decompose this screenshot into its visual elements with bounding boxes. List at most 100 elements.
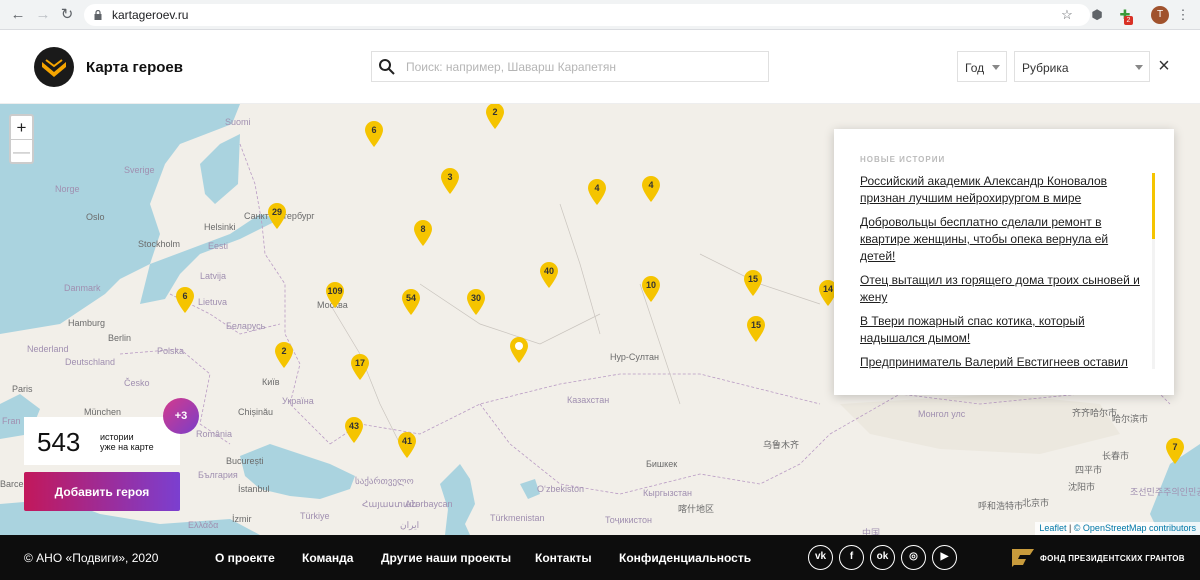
map-label: Barcel bbox=[0, 479, 26, 489]
forward-icon[interactable]: → bbox=[33, 5, 53, 25]
map-marker[interactable]: 7 bbox=[1165, 437, 1185, 465]
news-item[interactable]: Российский академик Александр Коновалов … bbox=[860, 173, 1146, 207]
avatar[interactable]: T bbox=[1151, 6, 1169, 24]
footer-link-projects[interactable]: Другие наши проекты bbox=[381, 551, 511, 565]
odnoklassniki-icon[interactable]: ok bbox=[870, 545, 895, 570]
map-marker[interactable]: 6 bbox=[175, 286, 195, 314]
news-item[interactable]: Предприниматель Валерий Евстигнеев остав… bbox=[860, 354, 1146, 371]
map-marker[interactable]: 15 bbox=[743, 269, 763, 297]
map[interactable]: Suomi Sverige Norge Oslo Stockholm Helsi… bbox=[0, 104, 1200, 535]
map-label: O‘zbekiston bbox=[537, 484, 585, 494]
map-label: Київ bbox=[262, 377, 280, 387]
add-hero-button[interactable]: Добавить героя bbox=[24, 472, 180, 511]
stories-caption: истории уже на карте bbox=[100, 432, 154, 452]
footer-link-privacy[interactable]: Конфиденциальность bbox=[619, 551, 751, 565]
extension-badge: 2 bbox=[1124, 16, 1133, 25]
reload-icon[interactable]: ↻ bbox=[57, 5, 77, 25]
map-label: Бишкек bbox=[646, 459, 678, 469]
youtube-icon[interactable]: ▶ bbox=[932, 545, 957, 570]
map-label: Türkiye bbox=[300, 511, 330, 521]
map-marker[interactable]: 41 bbox=[397, 431, 417, 459]
map-label: Україна bbox=[282, 396, 314, 406]
fund-logo-icon[interactable] bbox=[1010, 547, 1036, 569]
marker-count: 29 bbox=[271, 207, 282, 217]
map-label: Ελλάδα bbox=[188, 520, 219, 530]
map-marker[interactable]: 4 bbox=[641, 175, 661, 203]
close-icon[interactable]: × bbox=[1154, 56, 1174, 76]
map-marker[interactable]: 17 bbox=[350, 353, 370, 381]
map-marker[interactable]: 29 bbox=[267, 202, 287, 230]
address-bar[interactable]: kartageroev.ru bbox=[84, 4, 1090, 26]
menu-dots-icon[interactable]: ⋮ bbox=[1174, 6, 1192, 24]
map-marker[interactable]: 15 bbox=[746, 315, 766, 343]
footer-link-about[interactable]: О проекте bbox=[215, 551, 275, 565]
map-marker[interactable]: 8 bbox=[413, 219, 433, 247]
map-label: Latvija bbox=[200, 271, 227, 281]
marker-count: 40 bbox=[543, 266, 554, 276]
marker-count: 54 bbox=[405, 293, 416, 303]
map-attribution: Leaflet | © OpenStreetMap contributors bbox=[1035, 522, 1200, 535]
search-box[interactable] bbox=[371, 51, 769, 82]
map-marker[interactable]: 43 bbox=[344, 416, 364, 444]
stories-count: 543 bbox=[37, 427, 81, 457]
news-list: Российский академик Александр Коновалов … bbox=[860, 173, 1146, 378]
news-item[interactable]: Отец вытащил из горящего дома троих сыно… bbox=[860, 272, 1146, 306]
map-label: Nederland bbox=[27, 344, 69, 354]
map-marker[interactable]: 4 bbox=[587, 178, 607, 206]
footer-link-contacts[interactable]: Контакты bbox=[535, 551, 592, 565]
map-label: Казахстан bbox=[567, 395, 610, 405]
zoom-out-button[interactable]: — bbox=[11, 139, 32, 162]
osm-link[interactable]: © OpenStreetMap contributors bbox=[1074, 523, 1196, 533]
marker-count: 15 bbox=[747, 274, 758, 284]
category-select[interactable]: Рубрика bbox=[1014, 51, 1150, 82]
instagram-icon[interactable]: ◎ bbox=[901, 545, 926, 570]
new-stories-badge[interactable]: +3 bbox=[163, 398, 199, 434]
map-label: Fran bbox=[2, 416, 21, 426]
zoom-in-button[interactable]: + bbox=[11, 116, 32, 139]
map-marker[interactable]: 40 bbox=[539, 261, 559, 289]
marker-count: 2 bbox=[281, 346, 287, 356]
star-icon[interactable]: ☆ bbox=[1058, 6, 1076, 24]
map-label: Suomi bbox=[225, 117, 251, 127]
map-marker[interactable]: 109 bbox=[325, 281, 345, 309]
news-item[interactable]: В Твери пожарный спас котика, который на… bbox=[860, 313, 1146, 347]
map-marker[interactable]: 3 bbox=[440, 167, 460, 195]
map-label: საქართველო bbox=[355, 476, 414, 486]
marker-count: 6 bbox=[182, 291, 188, 301]
map-marker-single[interactable] bbox=[509, 336, 529, 364]
back-icon[interactable]: ← bbox=[8, 5, 28, 25]
zoom-control: + — bbox=[9, 114, 34, 164]
fund-text[interactable]: ФОНД ПРЕЗИДЕНТСКИХ ГРАНТОВ bbox=[1040, 554, 1185, 563]
map-label: 中国 bbox=[862, 528, 881, 535]
search-input[interactable] bbox=[406, 57, 756, 77]
site-footer: © АНО «Подвиги», 2020 О проекте Команда … bbox=[0, 535, 1200, 580]
map-marker[interactable]: 2 bbox=[274, 341, 294, 369]
marker-count: 3 bbox=[447, 172, 453, 182]
logo[interactable] bbox=[34, 47, 74, 87]
map-marker[interactable]: 30 bbox=[466, 288, 486, 316]
map-label: Eesti bbox=[208, 241, 229, 251]
map-label: Berlin bbox=[108, 333, 132, 343]
map-label: 四平市 bbox=[1075, 465, 1103, 475]
leaflet-link[interactable]: Leaflet bbox=[1039, 523, 1066, 533]
vk-icon[interactable]: vk bbox=[808, 545, 833, 570]
map-label: Helsinki bbox=[204, 222, 236, 232]
map-marker[interactable]: 54 bbox=[401, 288, 421, 316]
map-label: 呼和浩特市 bbox=[978, 501, 1024, 511]
map-marker[interactable]: 10 bbox=[641, 275, 661, 303]
extension-icon[interactable]: ⬢ bbox=[1088, 6, 1106, 24]
site-title[interactable]: Карта героев bbox=[86, 59, 183, 76]
map-label: 조선민주주의인민공화국 bbox=[1130, 487, 1200, 497]
map-marker[interactable]: 2 bbox=[485, 104, 505, 130]
news-item[interactable]: Добровольцы бесплатно сделали ремонт в к… bbox=[860, 214, 1146, 265]
scrollbar-thumb[interactable] bbox=[1152, 173, 1155, 239]
map-marker[interactable]: 6 bbox=[364, 120, 384, 148]
site-header: Карта героев Год Рубрика × bbox=[0, 30, 1200, 104]
footer-link-team[interactable]: Команда bbox=[302, 551, 353, 565]
chevron-down-icon bbox=[992, 65, 1000, 70]
map-label: Sverige bbox=[124, 165, 155, 175]
map-label: Chișinău bbox=[238, 407, 274, 417]
facebook-icon[interactable]: f bbox=[839, 545, 864, 570]
year-select[interactable]: Год bbox=[957, 51, 1007, 82]
map-label: 齐齐哈尔市 bbox=[1072, 408, 1118, 418]
